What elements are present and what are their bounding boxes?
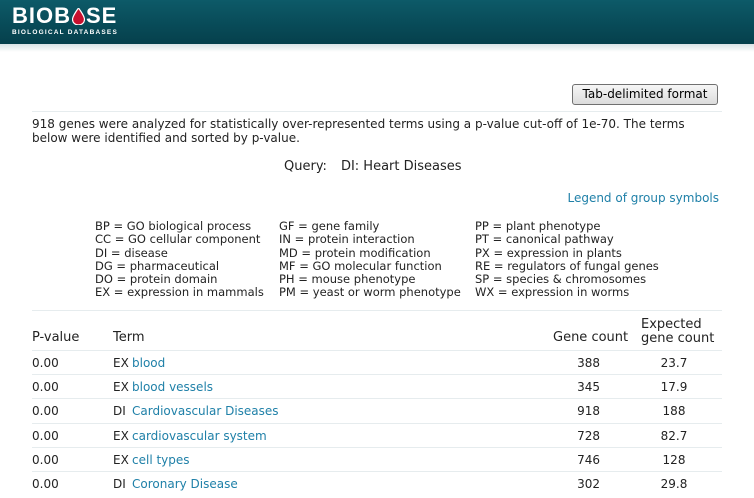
table-row: 0.00 EX cardiovascular system 728 82.7 xyxy=(32,423,722,447)
legend-entry: DO = protein domain xyxy=(95,272,218,287)
column-header-pvalue[interactable]: P-value xyxy=(32,331,79,345)
pvalue-cell: 0.00 xyxy=(32,356,59,370)
pvalue-cell: 0.00 xyxy=(32,429,59,443)
logo-text-start: BIOB xyxy=(12,3,71,28)
group-code: DI xyxy=(113,404,126,418)
pvalue-cell: 0.00 xyxy=(32,477,59,491)
blood-drop-icon xyxy=(72,7,85,25)
group-code: EX xyxy=(113,453,129,467)
column-header-gene-count[interactable]: Gene count xyxy=(553,331,628,345)
logo-wordmark: BIOB SE xyxy=(12,5,118,27)
legend-entry: PH = mouse phenotype xyxy=(279,272,416,287)
legend-column-1: BP = GO biological process CC = GO cellu… xyxy=(95,219,264,300)
expected-header-line1: Expected xyxy=(641,317,702,332)
header-shadow xyxy=(0,44,754,52)
query-value: DI: Heart Diseases xyxy=(340,159,462,174)
column-header-term[interactable]: Term xyxy=(113,331,145,345)
term-link[interactable]: Coronary Disease xyxy=(132,477,238,491)
legend-column-3: PP = plant phenotype PT = canonical path… xyxy=(475,219,659,300)
expected-header-line2: gene count xyxy=(641,331,715,346)
group-code: EX xyxy=(113,380,129,394)
group-code: EX xyxy=(113,356,129,370)
term-link[interactable]: cardiovascular system xyxy=(132,429,267,443)
gene-count-cell: 918 xyxy=(577,404,600,418)
analysis-summary: 918 genes were analyzed for statisticall… xyxy=(32,117,685,145)
table-row: 0.00 EX cell types 746 128 xyxy=(32,447,722,471)
legend-entry: GF = gene family xyxy=(279,219,380,233)
term-link[interactable]: cell types xyxy=(132,453,190,467)
tab-delimited-export-button[interactable]: Tab-delimited format xyxy=(572,84,718,105)
app-header: BIOB SE BIOLOGICAL DATABASES xyxy=(0,0,754,44)
term-link[interactable]: Cardiovascular Diseases xyxy=(132,404,279,418)
term-link[interactable]: blood xyxy=(132,356,165,370)
legend-entry: PP = plant phenotype xyxy=(475,219,601,233)
term-link[interactable]: blood vessels xyxy=(132,380,213,394)
pvalue-cell: 0.00 xyxy=(32,453,59,467)
legend-entry: DI = disease xyxy=(95,245,168,260)
divider xyxy=(32,310,722,311)
gene-count-cell: 728 xyxy=(577,429,600,443)
legend-entry: EX = expression in mammals xyxy=(95,285,264,300)
legend-entry: BP = GO biological process xyxy=(95,219,252,233)
legend-of-group-symbols-link[interactable]: Legend of group symbols xyxy=(567,191,719,205)
expected-count-cell: 128 xyxy=(662,453,686,467)
legend-entry: SP = species & chromosomes xyxy=(475,272,647,287)
biobase-logo[interactable]: BIOB SE BIOLOGICAL DATABASES xyxy=(12,5,118,37)
query-line: Query: DI: Heart Diseases xyxy=(284,159,462,174)
legend-entry: CC = GO cellular component xyxy=(95,232,261,247)
results-table-header: P-value Term Gene count Expected gene co… xyxy=(32,318,722,348)
table-row: 0.00 EX blood vessels 345 17.9 xyxy=(32,374,722,398)
table-row: 0.00 DI Coronary Disease 302 29.8 xyxy=(32,471,722,495)
logo-text-end: SE xyxy=(86,3,118,28)
legend-entry: DG = pharmaceutical xyxy=(95,258,220,273)
column-header-expected-gene-count[interactable]: Expected gene count xyxy=(641,318,714,346)
expected-count-cell: 23.7 xyxy=(660,356,688,370)
pvalue-cell: 0.00 xyxy=(32,404,59,418)
legend-entry: PM = yeast or worm phenotype xyxy=(279,285,461,300)
table-row: 0.00 DI Cardiovascular Diseases 918 188 xyxy=(32,398,722,422)
legend-column-2: GF = gene family IN = protein interactio… xyxy=(279,219,461,300)
legend-entry: RE = regulators of fungal genes xyxy=(475,258,659,273)
expected-count-cell: 188 xyxy=(662,404,686,418)
legend-entry: MD = protein modification xyxy=(279,245,431,260)
expected-count-cell: 17.9 xyxy=(660,380,688,394)
divider xyxy=(32,111,722,112)
legend-entry: PT = canonical pathway xyxy=(475,232,614,247)
gene-count-cell: 345 xyxy=(577,380,600,394)
gene-count-cell: 388 xyxy=(577,356,600,370)
legend-entry: IN = protein interaction xyxy=(279,232,415,247)
gene-count-cell: 746 xyxy=(577,453,600,467)
legend-entry: WX = expression in worms xyxy=(475,285,630,300)
group-code: EX xyxy=(113,429,129,443)
legend-entry: MF = GO molecular function xyxy=(279,258,442,273)
logo-subtitle: BIOLOGICAL DATABASES xyxy=(12,29,118,36)
query-label: Query: xyxy=(284,159,327,174)
group-code: DI xyxy=(113,477,126,491)
expected-count-cell: 82.7 xyxy=(660,429,688,443)
gene-count-cell: 302 xyxy=(577,477,600,491)
expected-count-cell: 29.8 xyxy=(660,477,688,491)
pvalue-cell: 0.00 xyxy=(32,380,59,394)
table-row: 0.00 EX blood 388 23.7 xyxy=(32,350,722,374)
legend-entry: PX = expression in plants xyxy=(475,245,622,260)
